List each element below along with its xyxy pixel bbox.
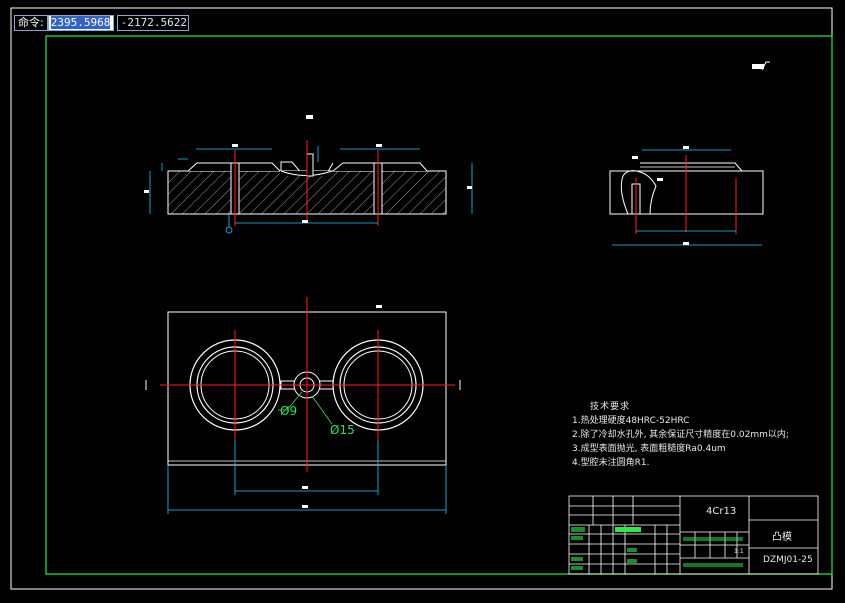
drawing-number: DZMJ01-25 xyxy=(763,555,813,565)
requirement-item: 1.热处理硬度48HRC-52HRC xyxy=(572,416,690,426)
requirement-item: 2.除了冷却水孔外, 其余保证尺寸精度在0.02mm以内; xyxy=(572,430,789,440)
small-hole-dimension: Ø9 xyxy=(280,404,298,418)
command-label: 命令: xyxy=(14,15,48,31)
plan-view xyxy=(145,297,461,514)
large-hole-dimension: Ø15 xyxy=(330,423,355,437)
section-mark xyxy=(306,115,313,119)
roughness-symbol xyxy=(752,61,770,71)
side-view xyxy=(609,146,764,246)
outer-sheet-border xyxy=(10,7,833,590)
command-bar: 命令: 2395.5968 -2172.5622 xyxy=(14,15,189,31)
x-coordinate-input[interactable]: 2395.5968 xyxy=(47,15,114,31)
part-name: 凸模 xyxy=(772,532,792,543)
y-coordinate-input[interactable]: -2172.5622 xyxy=(116,15,189,31)
scale-value: 1:1 xyxy=(734,548,744,555)
inner-drawing-frame xyxy=(45,35,833,575)
requirement-item: 4.型腔未注圆角R1. xyxy=(572,458,650,468)
material-label: 4Cr13 xyxy=(706,506,737,517)
requirements-title: 技术要求 xyxy=(590,402,631,412)
technical-requirements: 技术要求 1.热处理硬度48HRC-52HRC 2.除了冷却水孔外, 其余保证尺… xyxy=(572,400,789,470)
requirement-item: 3.成型表面抛光, 表面粗糙度Ra0.4um xyxy=(572,444,726,454)
front-section-view xyxy=(144,140,473,234)
x-coordinate-value: 2395.5968 xyxy=(50,16,111,29)
